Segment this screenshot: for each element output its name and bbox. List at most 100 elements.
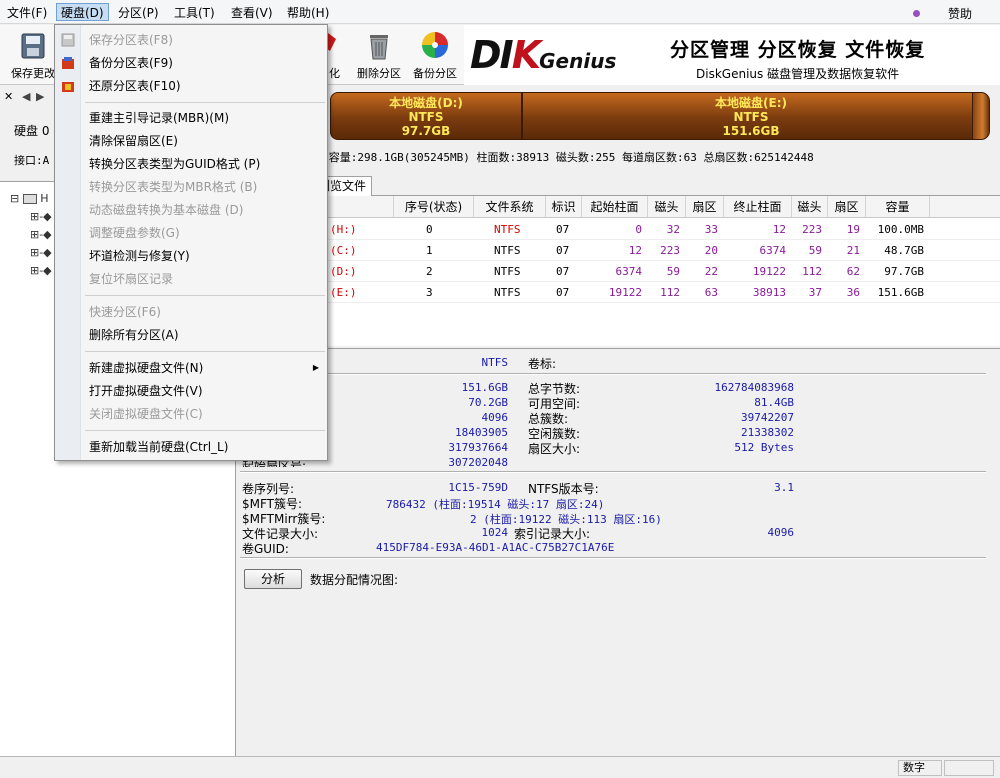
cell-end-cyl: 12 <box>772 223 786 236</box>
menu-view[interactable]: 查看(V) <box>227 4 277 22</box>
menu-item-reload-disk[interactable]: 重新加载当前硬盘(Ctrl_L) <box>89 437 228 457</box>
cell-volume: (E:) <box>330 286 357 299</box>
menu-item-convert-to-guid[interactable]: 转换分区表类型为GUID格式 (P) <box>89 154 260 174</box>
header-end-cyl: 终止柱面 <box>724 196 792 218</box>
divider <box>240 557 986 559</box>
divider <box>240 373 986 375</box>
partition-table: 序号(状态) 文件系统 标识 起始柱面 磁头 扇区 终止柱面 磁头 扇区 容量 … <box>236 196 1000 346</box>
detail-value: 18403905 <box>455 426 508 439</box>
menu-partition[interactable]: 分区(P) <box>114 4 163 22</box>
trash-icon <box>370 35 388 60</box>
cell-capacity: 48.7GB <box>884 244 924 257</box>
menu-file[interactable]: 文件(F) <box>3 4 51 22</box>
next-disk-arrow-icon[interactable]: ▶ <box>36 90 44 103</box>
backup-partition-button[interactable]: 备份分区 <box>406 27 464 83</box>
cell-capacity: 97.7GB <box>884 265 924 278</box>
cell-volume: (D:) <box>330 265 357 278</box>
header-start-head: 磁头 <box>648 196 686 218</box>
disc-icon <box>422 32 448 58</box>
submenu-arrow-icon: ▶ <box>312 363 319 372</box>
cell-start-sector: 20 <box>704 244 718 257</box>
disk-menu-dropdown: 保存分区表(F8) 备份分区表(F9) 还原分区表(F10) 重建主引导记录(M… <box>54 24 328 461</box>
tree-node[interactable]: ⊞-◆ <box>30 264 52 277</box>
cell-start-sector: 22 <box>704 265 718 278</box>
partition-details: NTFS 卷标: 151.6GB 70.2GB 4096 18403905 31… <box>236 348 1000 756</box>
cell-fs: NTFS <box>494 286 521 299</box>
cell-end-sector: 19 <box>846 223 860 236</box>
cell-fs: NTFS <box>494 244 521 257</box>
partition-bar-d[interactable]: 本地磁盘(D:) NTFS 97.7GB <box>330 92 522 140</box>
detail-value: 4096 <box>767 526 795 539</box>
save-partition-table-icon <box>61 33 75 47</box>
detail-value: 70.2GB <box>468 396 508 409</box>
cell-id: 07 <box>556 265 570 278</box>
header-start-sector: 扇区 <box>686 196 724 218</box>
restore-partition-table-icon <box>62 82 74 92</box>
cell-end-head: 59 <box>808 244 822 257</box>
interface-label: 接口:A <box>14 154 50 167</box>
header-blank <box>930 196 1000 218</box>
cell-end-sector: 36 <box>846 286 860 299</box>
cell-end-head: 112 <box>802 265 822 278</box>
prev-disk-arrow-icon[interactable]: ◀ <box>22 90 30 103</box>
cell-end-sector: 62 <box>846 265 860 278</box>
sponsor-link[interactable]: 赞助 <box>948 5 972 22</box>
menu-disk[interactable]: 硬盘(D) <box>56 3 109 21</box>
detail-value: 21338302 <box>741 426 794 439</box>
cell-start-cyl: 6374 <box>615 265 643 278</box>
detail-value: 317937664 <box>448 441 508 454</box>
menu-item-open-virtual-disk[interactable]: 打开虚拟硬盘文件(V) <box>89 381 203 401</box>
volume-label-caption: 卷标: <box>528 357 557 371</box>
cell-end-cyl: 6374 <box>759 244 787 257</box>
cell-fs: NTFS <box>494 223 521 236</box>
menu-item-quick-partition: 快速分区(F6) <box>89 305 161 319</box>
analyze-button[interactable]: 分析 <box>244 569 303 589</box>
cell-start-head: 223 <box>660 244 680 257</box>
cell-capacity: 151.6GB <box>877 286 924 299</box>
cell-end-cyl: 19122 <box>752 265 786 278</box>
detail-label: 扇区大小: <box>528 442 581 456</box>
disk-icon <box>22 194 37 204</box>
close-icon[interactable]: ✕ <box>4 90 13 103</box>
tree-node[interactable]: ⊞-◆ <box>30 246 52 259</box>
partition-bar-e[interactable]: 本地磁盘(E:) NTFS 151.6GB <box>522 92 980 140</box>
tree-root[interactable]: ⊟ H <box>10 192 49 205</box>
cell-start-head: 112 <box>660 286 680 299</box>
detail-value: 1C15-759D <box>448 481 508 494</box>
cell-index: 0 <box>426 223 433 236</box>
cell-id: 07 <box>556 286 570 299</box>
cell-index: 3 <box>426 286 433 299</box>
menu-item-rebuild-mbr[interactable]: 重建主引导记录(MBR)(M) <box>89 108 229 128</box>
detail-value: 151.6GB <box>461 381 508 394</box>
menu-separator <box>85 295 325 296</box>
menu-item-restore-partition-table[interactable]: 还原分区表(F10) <box>89 76 181 96</box>
menu-item-new-virtual-disk[interactable]: 新建虚拟硬盘文件(N) <box>89 358 203 378</box>
header-start-cyl: 起始柱面 <box>582 196 648 218</box>
tab-strip: 浏览文件 <box>236 174 1000 196</box>
menu-item-backup-partition-table[interactable]: 备份分区表(F9) <box>89 53 173 73</box>
cell-volume: (C:) <box>330 244 357 257</box>
app-banner: DIKGenius 分区管理 分区恢复 文件恢复 DiskGenius 磁盘管理… <box>464 25 1000 85</box>
menu-help[interactable]: 帮助(H) <box>283 4 333 22</box>
cell-end-cyl: 38913 <box>752 286 786 299</box>
detail-value: 4096 <box>481 411 509 424</box>
disk-map: 本地磁盘(D:) NTFS 97.7GB 本地磁盘(E:) NTFS 151.6… <box>236 86 1000 146</box>
menu-item-convert-to-mbr: 转换分区表类型为MBR格式 (B) <box>89 180 258 194</box>
cell-id: 07 <box>556 244 570 257</box>
cell-end-head: 223 <box>802 223 822 236</box>
menu-tools[interactable]: 工具(T) <box>170 4 219 22</box>
banner-subline: DiskGenius 磁盘管理及数据恢复软件 <box>696 67 900 81</box>
menu-item-bad-sector-check[interactable]: 坏道检测与修复(Y) <box>89 246 190 266</box>
tree-node[interactable]: ⊞-◆ <box>30 210 52 223</box>
cell-index: 1 <box>426 244 433 257</box>
menu-item-clear-reserved-sectors[interactable]: 清除保留扇区(E) <box>89 131 178 151</box>
header-end-head: 磁头 <box>792 196 828 218</box>
tree-node[interactable]: ⊞-◆ <box>30 228 52 241</box>
menu-item-delete-all-partitions[interactable]: 删除所有分区(A) <box>89 325 179 345</box>
app-logo: DIKGenius <box>470 33 617 77</box>
detail-value: 3.1 <box>774 481 794 494</box>
menu-item-adjust-disk-params: 调整硬盘参数(G) <box>89 226 180 240</box>
cell-start-sector: 63 <box>704 286 718 299</box>
delete-partition-button[interactable]: 删除分区 <box>350 27 408 83</box>
detail-value: 307202048 <box>448 456 508 469</box>
